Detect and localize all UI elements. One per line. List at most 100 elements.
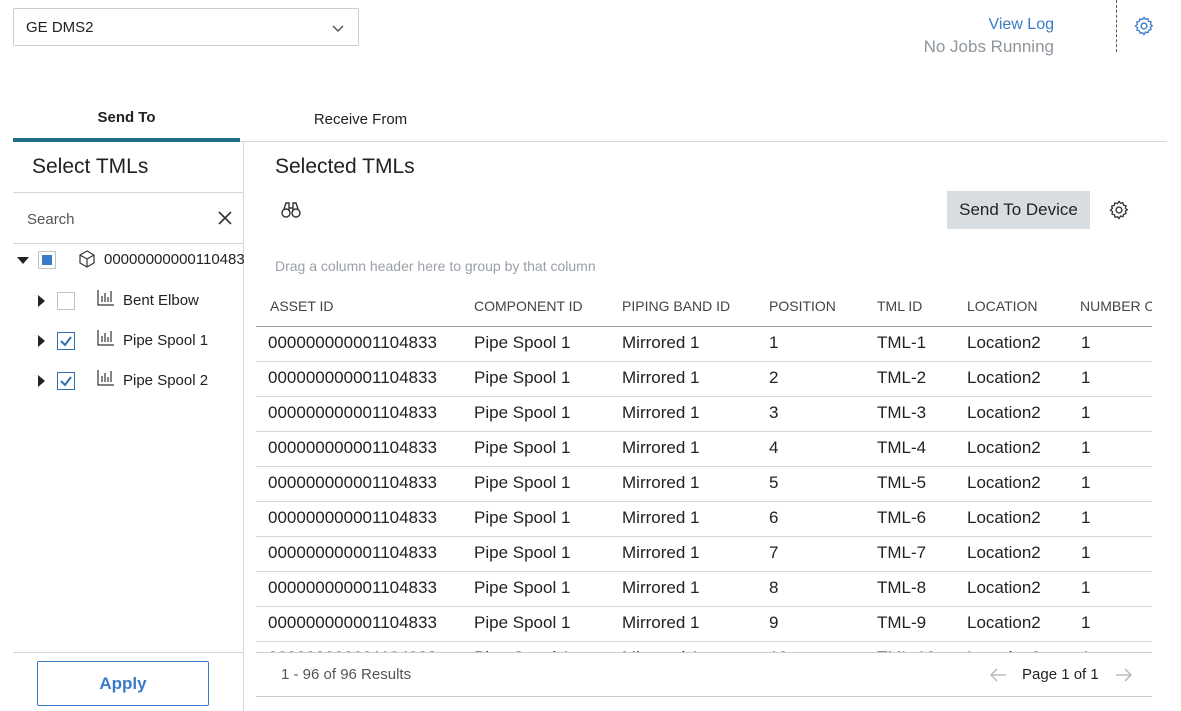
tree-checkbox-bent-elbow[interactable]	[57, 292, 75, 310]
cell-component-id: Pipe Spool 1	[474, 368, 571, 387]
cell-position: 2	[769, 368, 779, 387]
table-row[interactable]: 000000000001104833Pipe Spool 1Mirrored 1…	[256, 537, 1152, 572]
asset-cube-icon	[79, 250, 95, 268]
checkmark-icon	[60, 336, 72, 347]
cell-asset-id: 000000000001104833	[268, 438, 437, 457]
cell-location: Location2	[967, 578, 1041, 597]
column-header-number-of[interactable]: NUMBER OF	[1080, 298, 1152, 314]
cell-number-of: 1	[1081, 613, 1091, 632]
cell-position: 8	[769, 578, 779, 597]
apply-button[interactable]: Apply	[37, 661, 209, 706]
component-chart-icon	[97, 330, 114, 346]
column-header-tml-id[interactable]: TML ID	[877, 298, 922, 314]
device-select-value: GE DMS2	[26, 18, 94, 36]
arrow-left-icon[interactable]	[989, 667, 1007, 683]
cell-location: Location2	[967, 368, 1041, 387]
job-status-text: No Jobs Running	[923, 37, 1054, 56]
clear-search-icon[interactable]	[216, 209, 234, 227]
tab-bar: Send To Receive From	[13, 96, 1167, 142]
table-row[interactable]: 000000000001104833Pipe Spool 1Mirrored 1…	[256, 467, 1152, 502]
component-chart-icon	[97, 370, 114, 386]
cell-component-id: Pipe Spool 1	[474, 333, 571, 352]
caret-right-icon[interactable]	[35, 375, 47, 387]
cell-asset-id: 000000000001104833	[268, 403, 437, 422]
cell-tml-id: TML-7	[877, 543, 927, 562]
cell-location: Location2	[967, 438, 1041, 457]
cell-tml-id: TML-8	[877, 578, 927, 597]
cell-asset-id: 000000000001104833	[268, 473, 437, 492]
header-divider	[1116, 0, 1117, 52]
arrow-right-icon[interactable]	[1115, 667, 1133, 683]
tab-receive-from[interactable]: Receive From	[247, 96, 474, 142]
caret-down-icon[interactable]	[17, 254, 29, 266]
search-input[interactable]	[27, 206, 207, 232]
cell-number-of: 1	[1081, 438, 1091, 457]
cell-asset-id: 000000000001104833	[268, 578, 437, 597]
tab-send-to[interactable]: Send To	[13, 96, 240, 142]
table-row[interactable]: 000000000001104833 Pipe Spool 1 Mirrored 1…	[256, 362, 1152, 397]
tml-grid: ASSET ID COMPONENT ID PIPING BAND ID POS…	[256, 288, 1152, 652]
cell-piping-band-id: Mirrored 1	[622, 368, 700, 387]
tree-label-pipe-spool-2: Pipe Spool 2	[123, 372, 209, 389]
select-tmls-title: Select TMLs	[32, 155, 149, 178]
tree-checkbox-pipe-spool-2[interactable]	[57, 372, 75, 390]
settings-gear-icon[interactable]	[1133, 15, 1155, 37]
cell-location: Location2	[967, 473, 1041, 492]
cell-tml-id: TML-5	[877, 473, 927, 492]
cell-component-id: Pipe Spool 1	[474, 508, 571, 527]
binoculars-icon[interactable]	[280, 199, 302, 221]
tree-label-pipe-spool-1: Pipe Spool 1	[123, 332, 209, 349]
cell-component-id: Pipe Spool 1	[474, 613, 571, 632]
results-count: 1 - 96 of 96 Results	[281, 666, 412, 683]
cell-component-id: Pipe Spool 1	[474, 473, 571, 492]
cell-position: 7	[769, 543, 779, 562]
table-row[interactable]: 000000000001104833Pipe Spool 1Mirrored 1…	[256, 502, 1152, 537]
tree-node-bent-elbow[interactable]: Bent Elbow	[13, 286, 244, 316]
table-row[interactable]: 000000000001104833Pipe Spool 1Mirrored 1…	[256, 572, 1152, 607]
caret-right-icon[interactable]	[35, 335, 47, 347]
device-select[interactable]: GE DMS2	[13, 8, 359, 46]
tree-node-pipe-spool-2[interactable]: Pipe Spool 2	[13, 366, 244, 396]
tree-root-checkbox[interactable]	[38, 251, 56, 269]
tree-node-root[interactable]: 000000000001104833	[13, 245, 244, 275]
table-row[interactable]: 000000000001104833Pipe Spool 1Mirrored 1…	[256, 397, 1152, 432]
select-tmls-panel: Select TMLs 000000000001104833 Bent Elbo…	[13, 142, 244, 711]
cell-asset-id: 000000000001104833	[268, 333, 437, 352]
selected-tmls-title: Selected TMLs	[275, 155, 415, 178]
cell-piping-band-id: Mirrored 1	[622, 543, 700, 562]
cell-tml-id: TML-2	[877, 368, 927, 387]
cell-number-of: 1	[1081, 473, 1091, 492]
column-header-asset-id[interactable]: ASSET ID	[270, 298, 334, 314]
column-header-location[interactable]: LOCATION	[967, 298, 1038, 314]
tree-node-pipe-spool-1[interactable]: Pipe Spool 1	[13, 326, 244, 356]
caret-right-icon[interactable]	[35, 295, 47, 307]
table-row[interactable]: 000000000001104833Pipe Spool 1Mirrored 1…	[256, 642, 1152, 652]
left-panel-footer: Apply	[13, 652, 244, 711]
column-header-position[interactable]: POSITION	[769, 298, 836, 314]
table-row[interactable]: 000000000001104833 Pipe Spool 1 Mirrored 1…	[256, 432, 1152, 467]
cell-component-id: Pipe Spool 1	[474, 403, 571, 422]
cell-component-id: Pipe Spool 1	[474, 578, 571, 597]
cell-asset-id: 000000000001104833	[268, 508, 437, 527]
tree-checkbox-pipe-spool-1[interactable]	[57, 332, 75, 350]
cell-piping-band-id: Mirrored 1	[622, 438, 700, 457]
table-row[interactable]: 000000000001104833Pipe Spool 1Mirrored 1…	[256, 607, 1152, 642]
column-header-component-id[interactable]: COMPONENT ID	[474, 298, 583, 314]
grid-settings-gear-icon[interactable]	[1108, 199, 1130, 221]
cell-tml-id: TML-9	[877, 613, 927, 632]
checkmark-icon	[60, 376, 72, 387]
cell-location: Location2	[967, 333, 1041, 352]
cell-component-id: Pipe Spool 1	[474, 438, 571, 457]
view-log-link[interactable]: View Log	[924, 14, 1054, 36]
send-to-device-button[interactable]: Send To Device	[947, 191, 1090, 229]
component-chart-icon	[97, 290, 114, 306]
page-indicator: Page 1 of 1	[1022, 666, 1099, 683]
cell-position: 3	[769, 403, 779, 422]
cell-component-id: Pipe Spool 1	[474, 543, 571, 562]
cell-location: Location2	[967, 543, 1041, 562]
column-header-piping-band-id[interactable]: PIPING BAND ID	[622, 298, 730, 314]
table-row[interactable]: 000000000001104833Pipe Spool 1Mirrored 1…	[256, 327, 1152, 362]
cell-number-of: 1	[1081, 403, 1091, 422]
cell-asset-id: 000000000001104833	[268, 368, 437, 387]
cell-number-of: 1	[1081, 333, 1091, 352]
